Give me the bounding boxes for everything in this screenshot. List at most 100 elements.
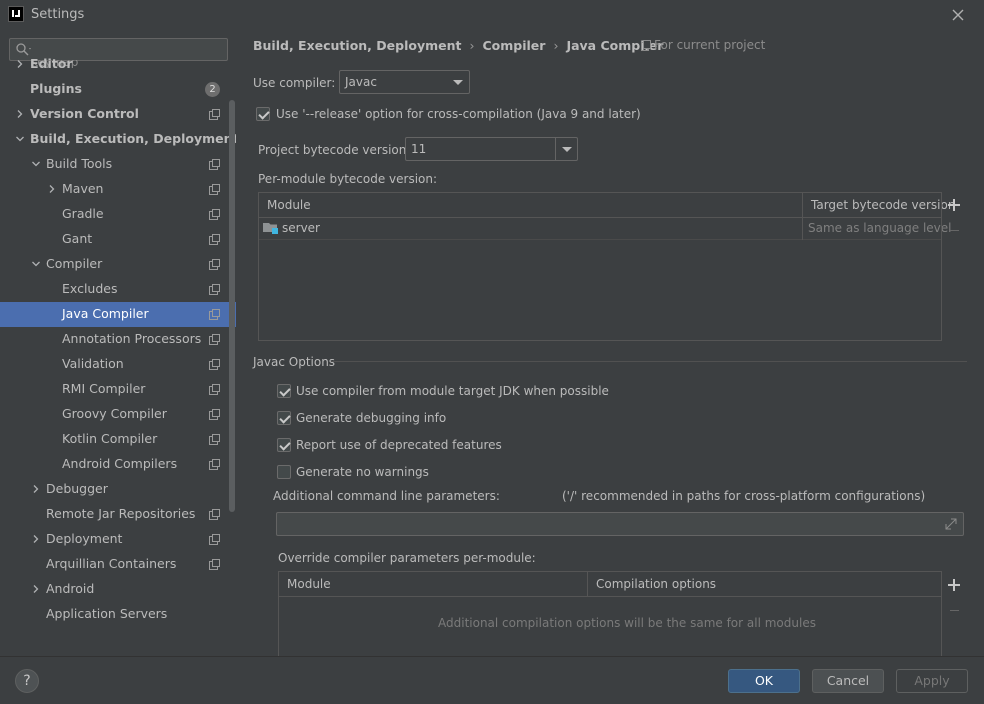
chevron-down-icon[interactable] bbox=[14, 133, 26, 145]
sidebar-item-label: Validation bbox=[62, 356, 124, 371]
sidebar-item-rmi-compiler[interactable]: RMI Compiler bbox=[0, 377, 236, 402]
chevron-right-icon[interactable] bbox=[14, 58, 26, 70]
sidebar-item-compiler[interactable]: Compiler bbox=[0, 252, 236, 277]
sidebar-item-label: Gant bbox=[62, 231, 93, 246]
javac-options-title: Javac Options bbox=[253, 355, 336, 369]
sidebar-item-label: Compiler bbox=[46, 256, 103, 271]
additional-params-input[interactable] bbox=[276, 512, 964, 536]
project-scope-icon bbox=[209, 109, 220, 120]
column-divider bbox=[802, 218, 803, 240]
per-module-table-toolbar bbox=[941, 195, 967, 255]
sidebar-item-build-tools[interactable]: Build Tools bbox=[0, 152, 236, 177]
sidebar-item-application-servers[interactable]: Application Servers bbox=[0, 602, 236, 627]
remove-icon[interactable] bbox=[950, 230, 959, 231]
sidebar-item-label: Android bbox=[46, 581, 95, 596]
sidebar-item-android[interactable]: Android bbox=[0, 577, 236, 602]
sidebar-item-kotlin-compiler[interactable]: Kotlin Compiler bbox=[0, 427, 236, 452]
sidebar-item-label: Maven bbox=[62, 181, 104, 196]
project-scope-icon bbox=[209, 334, 220, 345]
sidebar-item-label: Debugger bbox=[46, 481, 108, 496]
per-module-label: Per-module bytecode version: bbox=[258, 172, 438, 186]
column-divider[interactable] bbox=[802, 193, 803, 218]
bytecode-version-select[interactable]: 11 bbox=[405, 137, 578, 161]
use-compiler-select[interactable]: Javac bbox=[339, 70, 470, 94]
bytecode-version-label: Project bytecode version: bbox=[258, 143, 411, 157]
sidebar-item-editor[interactable]: Editor bbox=[0, 52, 236, 77]
sidebar-item-java-compiler[interactable]: Java Compiler bbox=[0, 302, 236, 327]
sidebar-item-annotation-processors[interactable]: Annotation Processors bbox=[0, 327, 236, 352]
use-compiler-value: Javac bbox=[345, 75, 377, 89]
expand-icon[interactable] bbox=[945, 518, 957, 530]
sidebar-item-build-execution-deployment[interactable]: Build, Execution, Deployment bbox=[0, 127, 236, 152]
project-scope-icon bbox=[209, 434, 220, 445]
project-scope-icon bbox=[209, 559, 220, 570]
sidebar-item-gant[interactable]: Gant bbox=[0, 227, 236, 252]
debug-info-checkbox[interactable] bbox=[277, 411, 291, 425]
table-row[interactable]: server Same as language level bbox=[259, 218, 952, 240]
chevron-right-icon[interactable] bbox=[30, 583, 42, 595]
additional-params-hint: ('/' recommended in paths for cross-plat… bbox=[562, 489, 926, 503]
sidebar-item-excludes[interactable]: Excludes bbox=[0, 277, 236, 302]
sidebar-item-version-control[interactable]: Version Control bbox=[0, 102, 236, 127]
column-header-module[interactable]: Module bbox=[267, 198, 311, 212]
release-option-checkbox[interactable] bbox=[256, 107, 270, 121]
add-icon[interactable] bbox=[948, 579, 960, 591]
apply-button[interactable]: Apply bbox=[896, 669, 968, 693]
updates-count-badge: 2 bbox=[205, 82, 220, 97]
chevron-right-icon[interactable] bbox=[30, 533, 42, 545]
sidebar-item-maven[interactable]: Maven bbox=[0, 177, 236, 202]
cancel-button[interactable]: Cancel bbox=[812, 669, 884, 693]
ok-button[interactable]: OK bbox=[728, 669, 800, 693]
no-warnings-checkbox[interactable] bbox=[277, 465, 291, 479]
column-header-module[interactable]: Module bbox=[287, 577, 331, 591]
chevron-down-icon bbox=[447, 71, 469, 93]
chevron-down-icon[interactable] bbox=[30, 258, 42, 270]
chevron-right-icon[interactable] bbox=[46, 183, 58, 195]
sidebar-item-remote-jar-repositories[interactable]: Remote Jar Repositories bbox=[0, 502, 236, 527]
sidebar-item-label: Gradle bbox=[62, 206, 104, 221]
release-option-label: Use '--release' option for cross-compila… bbox=[276, 107, 641, 121]
sidebar-item-label: Java Compiler bbox=[62, 306, 149, 321]
sidebar-item-deployment[interactable]: Deployment bbox=[0, 527, 236, 552]
deprecated-features-checkbox[interactable] bbox=[277, 438, 291, 452]
sidebar-item-label: Android Compilers bbox=[62, 456, 178, 471]
sidebar-item-plugins[interactable]: Plugins 2 bbox=[0, 77, 236, 102]
sidebar-item-validation[interactable]: Validation bbox=[0, 352, 236, 377]
remove-icon[interactable] bbox=[950, 610, 959, 611]
sidebar-item-label: Version Control bbox=[30, 106, 139, 121]
override-params-table[interactable]: Module Compilation options Additional co… bbox=[278, 571, 942, 662]
use-module-jdk-checkbox[interactable] bbox=[277, 384, 291, 398]
additional-params-label: Additional command line parameters: bbox=[273, 489, 500, 503]
chevron-down-icon bbox=[555, 138, 577, 160]
chevron-down-icon[interactable] bbox=[30, 158, 42, 170]
sidebar-item-gradle[interactable]: Gradle bbox=[0, 202, 236, 227]
project-scope-icon bbox=[209, 284, 220, 295]
override-params-label: Override compiler parameters per-module: bbox=[278, 551, 536, 565]
sidebar-item-groovy-compiler[interactable]: Groovy Compiler bbox=[0, 402, 236, 427]
sidebar-item-label: Editor bbox=[30, 56, 73, 71]
close-icon[interactable] bbox=[946, 3, 970, 27]
sidebar-item-label: Kotlin Compiler bbox=[62, 431, 158, 446]
sidebar-item-arquillian-containers[interactable]: Arquillian Containers bbox=[0, 552, 236, 577]
dialog-footer: ? OK Cancel Apply bbox=[0, 656, 984, 704]
sidebar-item-label: Deployment bbox=[46, 531, 123, 546]
per-module-bytecode-table[interactable]: Module Target bytecode version server Sa… bbox=[258, 192, 955, 341]
chevron-right-icon[interactable] bbox=[30, 483, 42, 495]
project-scope-icon bbox=[209, 159, 220, 170]
breadcrumb-item: Compiler bbox=[482, 38, 546, 53]
chevron-right-icon[interactable] bbox=[14, 108, 26, 120]
column-divider[interactable] bbox=[587, 572, 588, 597]
column-header-compilation-options[interactable]: Compilation options bbox=[596, 577, 716, 591]
column-header-target[interactable]: Target bytecode version bbox=[811, 198, 955, 212]
override-table-toolbar bbox=[941, 574, 967, 634]
sidebar-item-debugger[interactable]: Debugger bbox=[0, 477, 236, 502]
help-button[interactable]: ? bbox=[15, 669, 39, 693]
settings-sidebar: Keymap Editor Plugins 2 Version Control Buil… bbox=[0, 30, 236, 656]
target-bytecode-value[interactable]: Same as language level bbox=[808, 221, 952, 235]
sidebar-scrollbar[interactable] bbox=[229, 100, 235, 512]
sidebar-item-android-compilers[interactable]: Android Compilers bbox=[0, 452, 236, 477]
add-icon[interactable] bbox=[948, 199, 960, 211]
project-scope-icon bbox=[209, 534, 220, 545]
java-compiler-panel: Build, Execution, Deployment › Compiler › Ja… bbox=[236, 30, 984, 662]
scope-note: For current project bbox=[641, 38, 765, 52]
